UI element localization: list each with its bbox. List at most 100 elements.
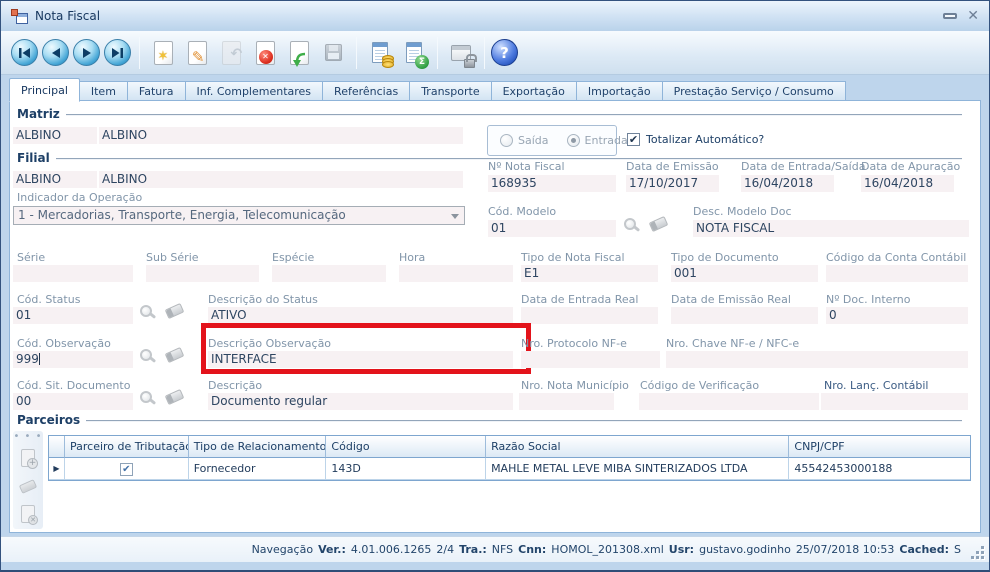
summary-button[interactable]: Σ — [398, 37, 430, 69]
data-entrada-real-field[interactable] — [521, 307, 658, 324]
radio-saida[interactable]: Saída — [500, 134, 549, 147]
tab-transporte[interactable]: Transporte — [410, 81, 491, 101]
especie-field[interactable] — [272, 265, 386, 282]
totals-button[interactable] — [364, 37, 396, 69]
radio-entrada[interactable]: Entrada — [567, 134, 628, 147]
tab-principal[interactable]: Principal — [9, 78, 80, 102]
search-icon[interactable] — [140, 349, 152, 361]
indicador-operacao-combo[interactable]: 1 - Mercadorias, Transporte, Energia, Te… — [13, 206, 465, 225]
desc-status-field[interactable]: ATIVO — [208, 307, 513, 324]
nro-chave-field[interactable] — [666, 351, 968, 368]
search-icon[interactable] — [140, 391, 152, 403]
column-header-razao-social[interactable]: Razão Social — [486, 436, 789, 458]
nr-doc-interno-field[interactable]: 0 — [826, 307, 968, 324]
row-checkbox[interactable] — [120, 463, 133, 476]
tab-inf-complementares[interactable]: Inf. Complementares — [186, 81, 324, 101]
selector-column-header — [49, 436, 65, 458]
tab-prestacao-servico[interactable]: Prestação Serviço / Consumo — [663, 81, 846, 101]
cod-modelo-field[interactable]: 01 — [488, 220, 616, 237]
data-entrada-saida-field[interactable]: 16/04/2018 — [741, 175, 834, 192]
eraser-icon[interactable] — [165, 347, 185, 363]
delete-partner-button[interactable]: ✕ — [17, 503, 39, 525]
status-usr-value: gustavo.godinho — [699, 543, 791, 556]
status-tra-value: NFS — [492, 543, 513, 556]
tab-referencias[interactable]: Referências — [323, 81, 410, 101]
tab-fatura[interactable]: Fatura — [128, 81, 186, 101]
sub-serie-field[interactable] — [146, 265, 259, 282]
tipo-nota-fiscal-field[interactable]: E1 — [521, 265, 658, 282]
help-button[interactable]: ? — [491, 39, 518, 66]
matriz-code-field[interactable]: ALBINO — [13, 127, 97, 144]
post-record-button[interactable] — [283, 37, 315, 69]
tipo-documento-field[interactable]: 001 — [671, 265, 818, 282]
cod-sit-lookup — [140, 391, 183, 403]
serie-field[interactable] — [13, 265, 133, 282]
column-header-tipo-relacionamento[interactable]: Tipo de Relacionamento — [189, 436, 327, 458]
search-icon[interactable] — [624, 218, 636, 230]
cell-codigo[interactable]: 143D — [326, 458, 486, 480]
minimize-button[interactable] — [943, 13, 957, 19]
cod-conta-contabil-field[interactable] — [826, 265, 968, 282]
eraser-icon[interactable] — [649, 216, 669, 232]
eraser-icon[interactable] — [165, 303, 185, 319]
drag-handle-icon[interactable]: • • • — [13, 433, 42, 441]
filial-code-field[interactable]: ALBINO — [13, 171, 97, 188]
nro-protocolo-field[interactable] — [521, 351, 660, 368]
security-button[interactable] — [445, 37, 477, 69]
cod-modelo-lookup — [624, 218, 667, 230]
nro-lanc-contabil-field[interactable] — [821, 393, 968, 410]
cell-parceiro-tributacao[interactable] — [65, 458, 189, 480]
table-row[interactable]: ▶ Fornecedor 143D MAHLE METAL LEVE MIBA … — [49, 458, 970, 480]
cell-razao-social[interactable]: MAHLE METAL LEVE MIBA SINTERIZADOS LTDA — [486, 458, 789, 480]
data-emissao-real-field[interactable] — [671, 307, 818, 324]
data-apuracao-field[interactable]: 16/04/2018 — [861, 175, 954, 192]
erase-partner-button[interactable] — [17, 475, 39, 497]
first-record-button[interactable] — [11, 39, 38, 66]
last-record-button[interactable] — [104, 39, 131, 66]
new-record-button[interactable]: ✶ — [147, 37, 179, 69]
resize-grip[interactable] — [971, 546, 984, 559]
data-emissao-field[interactable]: 17/10/2017 — [626, 175, 719, 192]
cod-status-field[interactable]: 01 — [13, 307, 133, 324]
column-header-parceiro-tributacao[interactable]: Parceiro de Tributação — [65, 436, 189, 458]
previous-record-button[interactable] — [42, 39, 69, 66]
matriz-name-field[interactable]: ALBINO — [99, 127, 463, 144]
column-header-cnpj-cpf[interactable]: CNPJ/CPF — [789, 436, 970, 458]
cod-observacao-field[interactable]: 999 — [13, 351, 133, 368]
nr-nota-fiscal-label: Nº Nota Fiscal — [488, 160, 565, 173]
column-header-codigo[interactable]: Código — [326, 436, 486, 458]
tab-importacao[interactable]: Importação — [577, 81, 663, 101]
search-icon[interactable] — [140, 305, 152, 317]
sub-serie-label: Sub Série — [146, 251, 199, 264]
main-toolbar: ✶ ✎ ↶ ✕ Σ — [1, 31, 989, 75]
undo-button[interactable]: ↶ — [215, 37, 247, 69]
direction-groupbox: Saída Entrada — [487, 125, 617, 156]
cod-sit-documento-field[interactable]: 00 — [13, 393, 133, 410]
hora-field[interactable] — [399, 265, 513, 282]
undo-icon: ↶ — [222, 41, 241, 65]
tab-exportacao[interactable]: Exportação — [492, 81, 577, 101]
filial-name-field[interactable]: ALBINO — [99, 171, 463, 188]
cod-verificacao-field[interactable] — [639, 393, 819, 410]
totalizar-label: Totalizar Automático? — [646, 133, 764, 146]
descricao-field[interactable]: Documento regular — [208, 393, 513, 410]
tab-item[interactable]: Item — [80, 81, 128, 101]
save-record-button[interactable] — [317, 37, 349, 69]
add-partner-button[interactable]: + — [17, 447, 39, 469]
desc-modelo-field[interactable]: NOTA FISCAL — [693, 220, 969, 237]
nro-nota-municipio-field[interactable] — [519, 393, 614, 410]
delete-record-button[interactable]: ✕ — [249, 37, 281, 69]
next-record-button[interactable] — [73, 39, 100, 66]
indicador-operacao-label: Indicador da Operação — [17, 191, 142, 204]
hora-label: Hora — [399, 251, 425, 264]
cell-tipo-relacionamento[interactable]: Fornecedor — [189, 458, 327, 480]
edit-record-button[interactable]: ✎ — [181, 37, 213, 69]
cell-cnpj-cpf[interactable]: 45542453000188 — [789, 458, 970, 480]
eraser-icon[interactable] — [165, 389, 185, 405]
nr-nota-fiscal-field[interactable]: 168935 — [488, 175, 616, 192]
title-bar: Nota Fiscal ✕ — [1, 1, 989, 31]
close-button[interactable]: ✕ — [967, 9, 979, 23]
tab-strip: Principal Item Fatura Inf. Complementare… — [9, 77, 981, 101]
totalizar-checkbox[interactable] — [627, 133, 640, 146]
cod-status-lookup — [140, 305, 183, 317]
